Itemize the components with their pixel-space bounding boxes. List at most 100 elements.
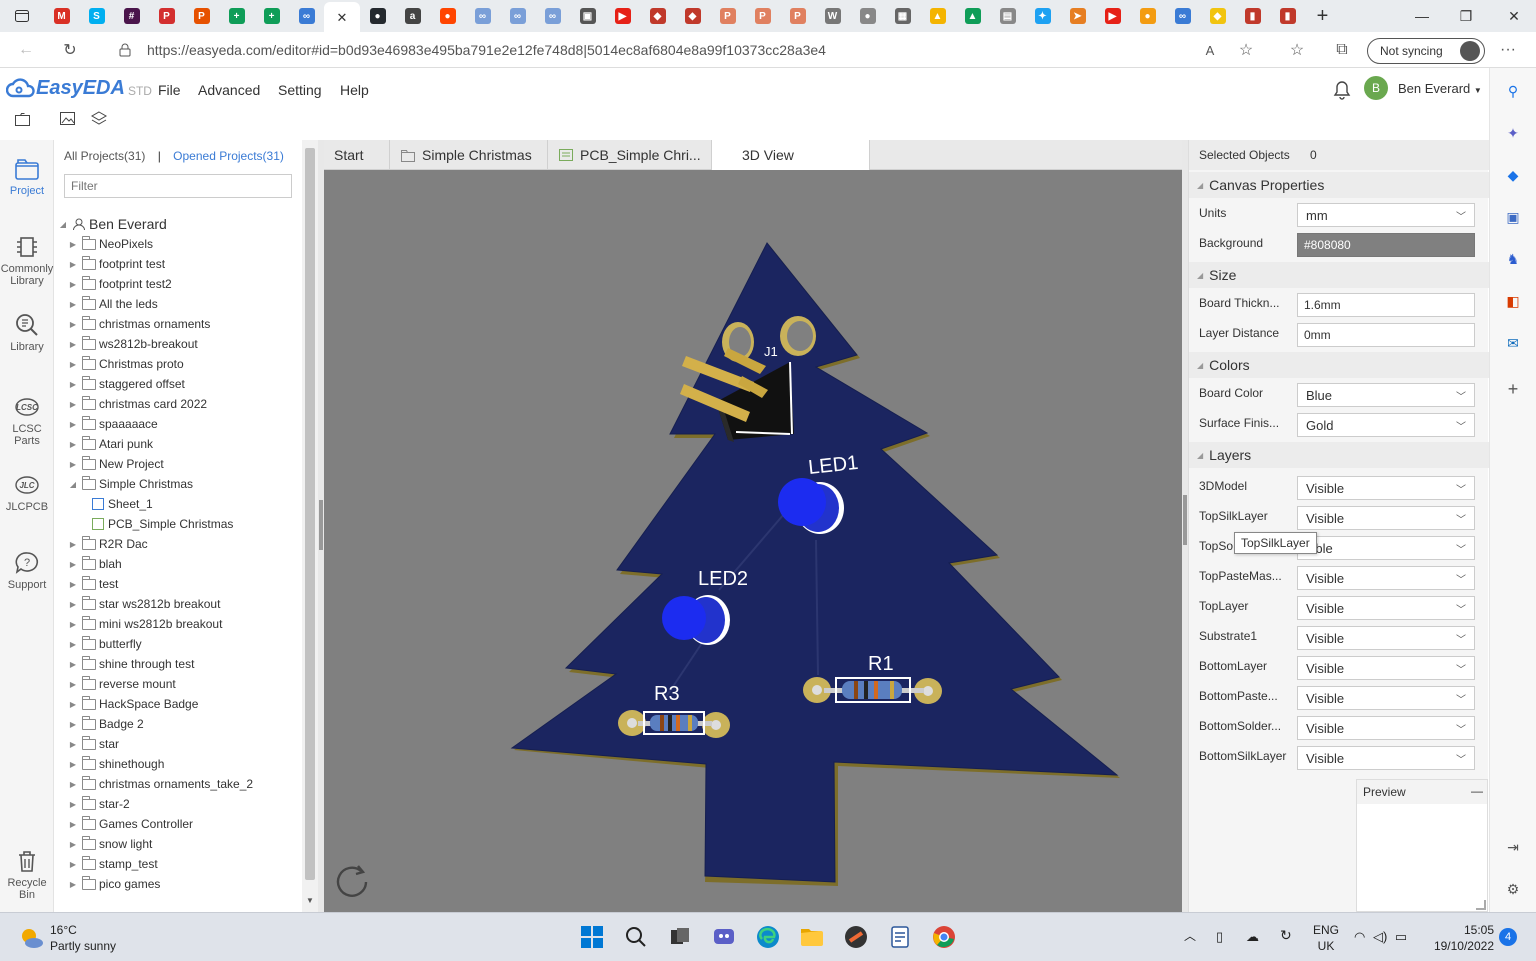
tree-project[interactable]: ▶ pico games — [68, 874, 160, 894]
tree-expand-icon[interactable]: ▶ — [68, 720, 78, 729]
all-projects-tab[interactable]: All Projects(31) — [64, 149, 145, 163]
preview-collapse-button[interactable]: — — [1471, 784, 1483, 798]
back-button[interactable]: ← — [14, 38, 38, 62]
browser-tab[interactable]: ▮ — [1235, 2, 1270, 30]
tree-expand-icon[interactable]: ▶ — [68, 560, 78, 569]
menu-file[interactable]: File — [158, 82, 181, 98]
tree-project[interactable]: ▶ test — [68, 574, 118, 594]
layer-visibility-select[interactable]: Visible ﹀ — [1297, 686, 1475, 710]
surface-finish-select[interactable]: Gold ﹀ — [1297, 413, 1475, 437]
tree-expand-icon[interactable]: ◢ — [58, 220, 68, 229]
sidebar-office-button[interactable]: ◧ — [1504, 292, 1522, 310]
section-layers[interactable]: ◢ Layers — [1189, 442, 1489, 468]
rail-lcsc-parts[interactable]: LCSC LCSC Parts — [0, 394, 54, 447]
browser-tab[interactable]: W — [815, 2, 850, 30]
browser-tab[interactable]: ∞ — [465, 2, 500, 30]
browser-tab[interactable]: ∞ — [289, 2, 324, 30]
browser-tab[interactable]: ▲ — [955, 2, 990, 30]
browser-tab-active[interactable]: ✕ — [324, 2, 360, 34]
browser-tab[interactable]: # — [114, 2, 149, 30]
easyeda-logo[interactable]: EasyEDA STD — [6, 77, 152, 100]
tree-document[interactable]: Sheet_1 — [92, 494, 153, 514]
browser-tab[interactable]: S — [79, 2, 114, 30]
tree-expand-icon[interactable]: ▶ — [68, 600, 78, 609]
rail-project[interactable]: Project — [0, 156, 54, 197]
tree-project[interactable]: ▶ shinethough — [68, 754, 164, 774]
units-select[interactable]: mm ﹀ — [1297, 203, 1475, 227]
tree-project[interactable]: ▶ christmas card 2022 — [68, 394, 207, 414]
menu-advanced[interactable]: Advanced — [198, 82, 260, 98]
tree-expand-icon[interactable]: ▶ — [68, 800, 78, 809]
refresh-button[interactable]: ↻ — [58, 38, 82, 62]
taskbar-search-button[interactable] — [624, 925, 648, 949]
browser-tab[interactable]: ▤ — [990, 2, 1025, 30]
sidebar-search-button[interactable]: ⚲ — [1504, 82, 1522, 100]
tree-expand-icon[interactable]: ▶ — [68, 700, 78, 709]
notification-badge[interactable]: 4 — [1499, 928, 1517, 946]
scroll-down-arrow[interactable]: ▼ — [306, 896, 314, 905]
read-aloud-button[interactable]: A — [1198, 38, 1222, 62]
tree-project[interactable]: ◢ Simple Christmas — [68, 474, 193, 494]
browser-tab[interactable]: ∞ — [1165, 2, 1200, 30]
tree-project[interactable]: ▶ blah — [68, 554, 122, 574]
tree-project[interactable]: ▶ Games Controller — [68, 814, 193, 834]
layer-visibility-select[interactable]: Visible ﹀ — [1297, 506, 1475, 530]
layer-visibility-select[interactable]: Visible ﹀ — [1297, 716, 1475, 740]
sidebar-settings-button[interactable]: ⚙ — [1504, 880, 1522, 898]
add-favorite-button[interactable]: ☆ — [1234, 38, 1258, 62]
tree-owner[interactable]: ◢ Ben Everard — [58, 214, 167, 234]
project-filter-input[interactable] — [64, 174, 292, 198]
section-canvas-properties[interactable]: ◢ Canvas Properties — [1189, 172, 1489, 198]
language-indicator[interactable]: ENG UK — [1313, 922, 1339, 954]
tree-project[interactable]: ▶ stamp_test — [68, 854, 158, 874]
browser-tab[interactable]: ◆ — [1200, 2, 1235, 30]
chrome-taskbar-button[interactable] — [932, 925, 956, 949]
rail-library[interactable]: Library — [0, 312, 54, 353]
tree-project[interactable]: ▶ spaaaaace — [68, 414, 158, 434]
tree-project[interactable]: ▶ christmas ornaments — [68, 314, 210, 334]
tree-expand-icon[interactable]: ▶ — [68, 440, 78, 449]
browser-tab[interactable]: P — [184, 2, 219, 30]
rail-support[interactable]: ? Support — [0, 550, 54, 591]
restore-button[interactable]: ❐ — [1444, 0, 1488, 32]
tree-expand-icon[interactable]: ▶ — [68, 380, 78, 389]
collections-button[interactable]: ⧉ — [1330, 38, 1354, 62]
rail-recycle-bin[interactable]: Recycle Bin — [0, 848, 54, 901]
tree-expand-icon[interactable]: ▶ — [68, 880, 78, 889]
tree-expand-icon[interactable]: ▶ — [68, 360, 78, 369]
tray-overflow-button[interactable]: ︿ — [1184, 927, 1196, 944]
browser-tab[interactable]: ➤ — [1060, 2, 1095, 30]
network-volume-battery[interactable]: ◠ ◁) ▭ — [1354, 929, 1407, 945]
scroll-thumb[interactable] — [305, 148, 315, 880]
browser-tab[interactable]: ◆ — [640, 2, 675, 30]
sidebar-discover-button[interactable]: ✦ — [1504, 124, 1522, 142]
start-button[interactable] — [580, 925, 604, 949]
pcb-3d-render[interactable]: J1 LED1 LED2 R1 R3 — [324, 170, 1182, 912]
tree-project[interactable]: ▶ mini ws2812b breakout — [68, 614, 222, 634]
browser-tab[interactable]: M — [44, 2, 79, 30]
tree-project[interactable]: ▶ NeoPixels — [68, 234, 153, 254]
file-explorer-button[interactable] — [800, 925, 824, 949]
url-field[interactable]: https://easyeda.com/editor#id=b0d93e4698… — [147, 42, 826, 58]
layer-visibility-select[interactable]: Visible ﹀ — [1297, 656, 1475, 680]
tree-project[interactable]: ▶ Atari punk — [68, 434, 153, 454]
browser-tab[interactable]: + — [219, 2, 254, 30]
notifications-button[interactable] — [1333, 80, 1353, 100]
browser-tab[interactable]: ● — [1130, 2, 1165, 30]
tab-start[interactable]: Start — [324, 140, 390, 170]
tree-project[interactable]: ▶ shine through test — [68, 654, 194, 674]
tree-project[interactable]: ▶ ws2812b-breakout — [68, 334, 198, 354]
tree-expand-icon[interactable]: ▶ — [68, 660, 78, 669]
board-thickness-input[interactable]: 1.6mm — [1297, 293, 1475, 317]
profile-sync-button[interactable]: Not syncing — [1367, 38, 1485, 64]
tree-project[interactable]: ▶ christmas ornaments_take_2 — [68, 774, 253, 794]
tree-expand-icon[interactable]: ▶ — [68, 300, 78, 309]
sidebar-shopping-button[interactable]: ◆ — [1504, 166, 1522, 184]
tray-usb-icon[interactable]: ▯ — [1216, 929, 1223, 945]
board-color-select[interactable]: Blue ﹀ — [1297, 383, 1475, 407]
menu-help[interactable]: Help — [340, 82, 369, 98]
tree-expand-icon[interactable]: ▶ — [68, 860, 78, 869]
tab-pcb[interactable]: PCB_Simple Chri... — [548, 140, 712, 170]
layers-button[interactable] — [90, 110, 108, 131]
browser-tab[interactable]: + — [254, 2, 289, 30]
